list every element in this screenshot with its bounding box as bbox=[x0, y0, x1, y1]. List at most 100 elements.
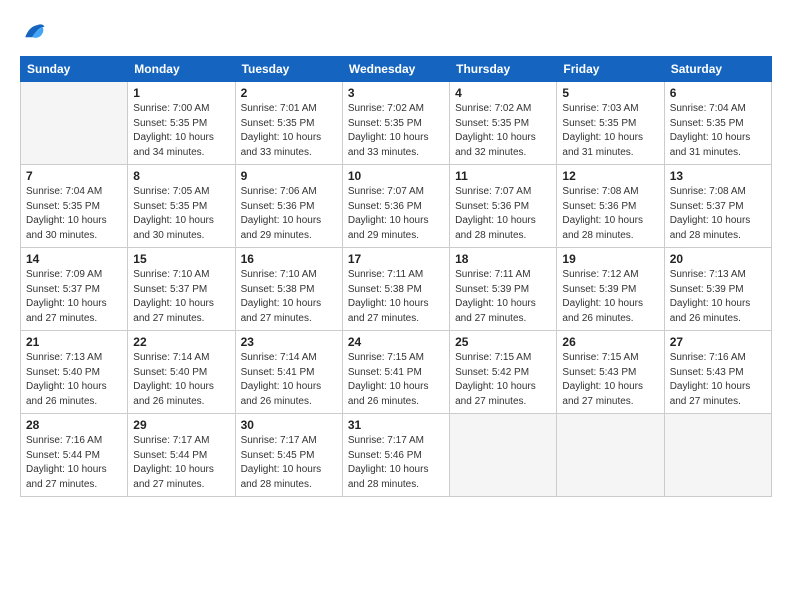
calendar-cell: 31 Sunrise: 7:17 AM Sunset: 5:46 PM Dayli… bbox=[342, 414, 449, 497]
logo bbox=[20, 18, 52, 46]
calendar-cell: 14Sunrise: 7:09 AM Sunset: 5:37 PM Dayli… bbox=[21, 248, 128, 331]
day-number: 17 bbox=[348, 252, 444, 266]
calendar-cell: 24 Sunrise: 7:15 AM Sunset: 5:41 PM Dayli… bbox=[342, 331, 449, 414]
calendar-cell: 11 Sunrise: 7:07 AM Sunset: 5:36 PM Dayli… bbox=[450, 165, 557, 248]
calendar-cell: 5 Sunrise: 7:03 AM Sunset: 5:35 PM Daylig… bbox=[557, 82, 664, 165]
calendar-cell: 30 Sunrise: 7:17 AM Sunset: 5:45 PM Dayli… bbox=[235, 414, 342, 497]
day-number: 22 bbox=[133, 335, 229, 349]
logo-icon bbox=[20, 18, 48, 46]
day-info: Sunrise: 7:10 AM Sunset: 5:38 PM Dayligh… bbox=[241, 268, 337, 326]
day-info: Sunrise: 7:07 AM Sunset: 5:36 PM Dayligh… bbox=[455, 185, 551, 243]
calendar-cell: 13 Sunrise: 7:08 AM Sunset: 5:37 PM Dayli… bbox=[664, 165, 771, 248]
day-number: 12 bbox=[562, 169, 658, 183]
day-info: Sunrise: 7:07 AM Sunset: 5:36 PM Dayligh… bbox=[348, 185, 444, 243]
weekday-header: Tuesday bbox=[235, 57, 342, 82]
weekday-header: Sunday bbox=[21, 57, 128, 82]
calendar-cell bbox=[557, 414, 664, 497]
calendar-cell: 15 Sunrise: 7:10 AM Sunset: 5:37 PM Dayli… bbox=[128, 248, 235, 331]
day-number: 10 bbox=[348, 169, 444, 183]
day-info: Sunrise: 7:15 AM Sunset: 5:43 PM Dayligh… bbox=[562, 351, 658, 409]
day-number: 20 bbox=[670, 252, 766, 266]
day-info: Sunrise: 7:02 AM Sunset: 5:35 PM Dayligh… bbox=[348, 102, 444, 160]
day-info: Sunrise: 7:13 AM Sunset: 5:39 PM Dayligh… bbox=[670, 268, 766, 326]
day-number: 11 bbox=[455, 169, 551, 183]
day-number: 24 bbox=[348, 335, 444, 349]
calendar-week-row: 28 Sunrise: 7:16 AM Sunset: 5:44 PM Dayli… bbox=[21, 414, 772, 497]
calendar-cell: 25Sunrise: 7:15 AM Sunset: 5:42 PM Dayli… bbox=[450, 331, 557, 414]
day-number: 31 bbox=[348, 418, 444, 432]
calendar-week-row: 7 Sunrise: 7:04 AM Sunset: 5:35 PM Daylig… bbox=[21, 165, 772, 248]
calendar-cell bbox=[664, 414, 771, 497]
calendar-cell: 7 Sunrise: 7:04 AM Sunset: 5:35 PM Daylig… bbox=[21, 165, 128, 248]
page: SundayMondayTuesdayWednesdayThursdayFrid… bbox=[0, 0, 792, 612]
calendar-cell: 16 Sunrise: 7:10 AM Sunset: 5:38 PM Dayli… bbox=[235, 248, 342, 331]
day-number: 8 bbox=[133, 169, 229, 183]
day-info: Sunrise: 7:08 AM Sunset: 5:36 PM Dayligh… bbox=[562, 185, 658, 243]
day-number: 30 bbox=[241, 418, 337, 432]
calendar-cell: 20 Sunrise: 7:13 AM Sunset: 5:39 PM Dayli… bbox=[664, 248, 771, 331]
day-info: Sunrise: 7:04 AM Sunset: 5:35 PM Dayligh… bbox=[670, 102, 766, 160]
calendar-cell: 18Sunrise: 7:11 AM Sunset: 5:39 PM Dayli… bbox=[450, 248, 557, 331]
calendar-cell: 28 Sunrise: 7:16 AM Sunset: 5:44 PM Dayli… bbox=[21, 414, 128, 497]
day-number: 13 bbox=[670, 169, 766, 183]
day-number: 9 bbox=[241, 169, 337, 183]
calendar-cell: 26 Sunrise: 7:15 AM Sunset: 5:43 PM Dayli… bbox=[557, 331, 664, 414]
day-info: Sunrise: 7:10 AM Sunset: 5:37 PM Dayligh… bbox=[133, 268, 229, 326]
calendar-cell: 23 Sunrise: 7:14 AM Sunset: 5:41 PM Dayli… bbox=[235, 331, 342, 414]
day-info: Sunrise: 7:06 AM Sunset: 5:36 PM Dayligh… bbox=[241, 185, 337, 243]
day-info: Sunrise: 7:15 AM Sunset: 5:41 PM Dayligh… bbox=[348, 351, 444, 409]
day-number: 27 bbox=[670, 335, 766, 349]
weekday-header: Friday bbox=[557, 57, 664, 82]
weekday-header: Wednesday bbox=[342, 57, 449, 82]
calendar-cell: 6Sunrise: 7:04 AM Sunset: 5:35 PM Daylig… bbox=[664, 82, 771, 165]
day-info: Sunrise: 7:15 AM Sunset: 5:42 PM Dayligh… bbox=[455, 351, 551, 409]
day-number: 5 bbox=[562, 86, 658, 100]
day-info: Sunrise: 7:01 AM Sunset: 5:35 PM Dayligh… bbox=[241, 102, 337, 160]
calendar-cell: 21 Sunrise: 7:13 AM Sunset: 5:40 PM Dayli… bbox=[21, 331, 128, 414]
day-info: Sunrise: 7:04 AM Sunset: 5:35 PM Dayligh… bbox=[26, 185, 122, 243]
calendar-week-row: 21 Sunrise: 7:13 AM Sunset: 5:40 PM Dayli… bbox=[21, 331, 772, 414]
day-number: 19 bbox=[562, 252, 658, 266]
weekday-header-row: SundayMondayTuesdayWednesdayThursdayFrid… bbox=[21, 57, 772, 82]
day-info: Sunrise: 7:02 AM Sunset: 5:35 PM Dayligh… bbox=[455, 102, 551, 160]
calendar-cell: 4Sunrise: 7:02 AM Sunset: 5:35 PM Daylig… bbox=[450, 82, 557, 165]
weekday-header: Monday bbox=[128, 57, 235, 82]
day-info: Sunrise: 7:17 AM Sunset: 5:44 PM Dayligh… bbox=[133, 434, 229, 492]
day-info: Sunrise: 7:14 AM Sunset: 5:40 PM Dayligh… bbox=[133, 351, 229, 409]
day-info: Sunrise: 7:08 AM Sunset: 5:37 PM Dayligh… bbox=[670, 185, 766, 243]
day-number: 3 bbox=[348, 86, 444, 100]
calendar-cell: 22 Sunrise: 7:14 AM Sunset: 5:40 PM Dayli… bbox=[128, 331, 235, 414]
day-number: 7 bbox=[26, 169, 122, 183]
day-info: Sunrise: 7:11 AM Sunset: 5:38 PM Dayligh… bbox=[348, 268, 444, 326]
calendar-cell: 3 Sunrise: 7:02 AM Sunset: 5:35 PM Daylig… bbox=[342, 82, 449, 165]
day-info: Sunrise: 7:03 AM Sunset: 5:35 PM Dayligh… bbox=[562, 102, 658, 160]
day-number: 21 bbox=[26, 335, 122, 349]
weekday-header: Saturday bbox=[664, 57, 771, 82]
day-info: Sunrise: 7:14 AM Sunset: 5:41 PM Dayligh… bbox=[241, 351, 337, 409]
day-number: 26 bbox=[562, 335, 658, 349]
day-info: Sunrise: 7:16 AM Sunset: 5:44 PM Dayligh… bbox=[26, 434, 122, 492]
calendar-cell: 17 Sunrise: 7:11 AM Sunset: 5:38 PM Dayli… bbox=[342, 248, 449, 331]
calendar-week-row: 1 Sunrise: 7:00 AM Sunset: 5:35 PM Daylig… bbox=[21, 82, 772, 165]
calendar-cell bbox=[450, 414, 557, 497]
day-info: Sunrise: 7:12 AM Sunset: 5:39 PM Dayligh… bbox=[562, 268, 658, 326]
day-number: 16 bbox=[241, 252, 337, 266]
day-number: 23 bbox=[241, 335, 337, 349]
calendar-cell: 10 Sunrise: 7:07 AM Sunset: 5:36 PM Dayli… bbox=[342, 165, 449, 248]
day-info: Sunrise: 7:16 AM Sunset: 5:43 PM Dayligh… bbox=[670, 351, 766, 409]
day-info: Sunrise: 7:17 AM Sunset: 5:45 PM Dayligh… bbox=[241, 434, 337, 492]
weekday-header: Thursday bbox=[450, 57, 557, 82]
day-number: 28 bbox=[26, 418, 122, 432]
calendar-table: SundayMondayTuesdayWednesdayThursdayFrid… bbox=[20, 56, 772, 497]
calendar-cell: 12 Sunrise: 7:08 AM Sunset: 5:36 PM Dayli… bbox=[557, 165, 664, 248]
day-info: Sunrise: 7:13 AM Sunset: 5:40 PM Dayligh… bbox=[26, 351, 122, 409]
day-number: 15 bbox=[133, 252, 229, 266]
calendar-cell bbox=[21, 82, 128, 165]
calendar-cell: 29Sunrise: 7:17 AM Sunset: 5:44 PM Dayli… bbox=[128, 414, 235, 497]
day-info: Sunrise: 7:00 AM Sunset: 5:35 PM Dayligh… bbox=[133, 102, 229, 160]
day-number: 2 bbox=[241, 86, 337, 100]
day-number: 1 bbox=[133, 86, 229, 100]
day-info: Sunrise: 7:17 AM Sunset: 5:46 PM Dayligh… bbox=[348, 434, 444, 492]
calendar-cell: 9 Sunrise: 7:06 AM Sunset: 5:36 PM Daylig… bbox=[235, 165, 342, 248]
calendar-cell: 27 Sunrise: 7:16 AM Sunset: 5:43 PM Dayli… bbox=[664, 331, 771, 414]
